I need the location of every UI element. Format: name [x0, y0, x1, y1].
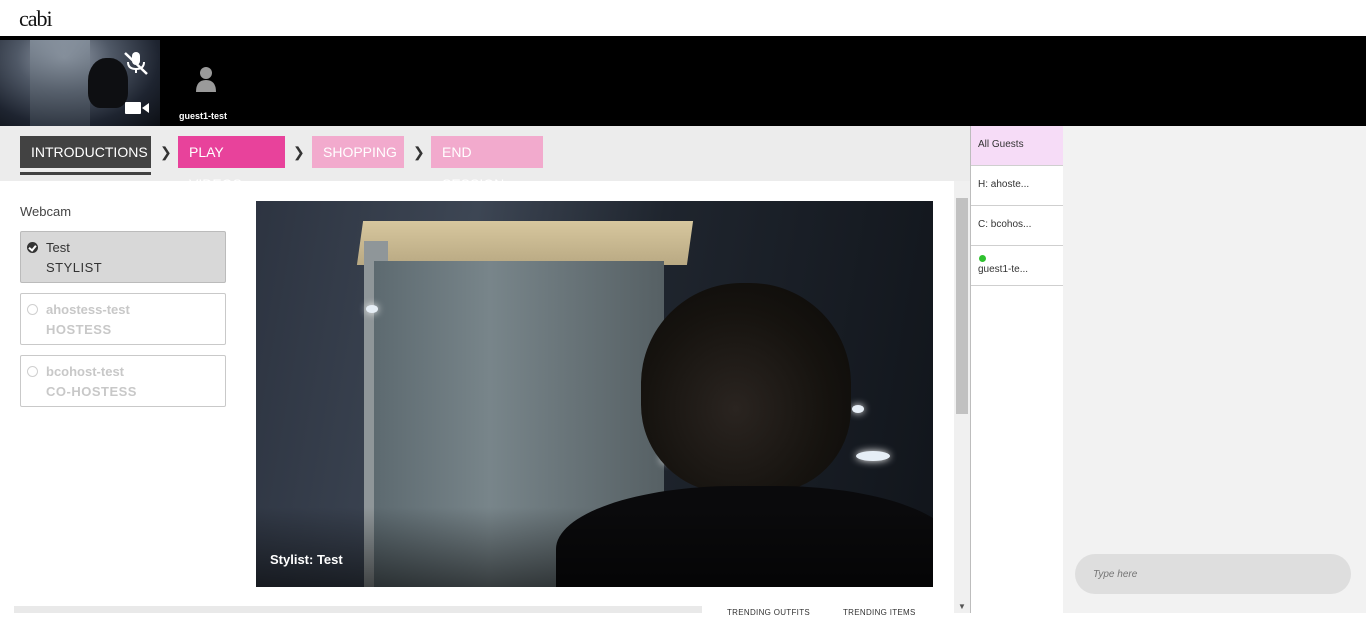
- participant-card-stylist[interactable]: Test STYLIST: [20, 231, 226, 283]
- cabi-logo[interactable]: cabi: [19, 6, 53, 32]
- user-avatar-icon: [196, 67, 216, 92]
- webcam-label: Webcam: [20, 204, 72, 219]
- check-circle-icon: [27, 242, 38, 253]
- radio-icon: [27, 304, 38, 315]
- guest-tile-name: guest1-test: [179, 111, 228, 121]
- scrollbar-thumb[interactable]: [956, 198, 968, 414]
- chat-panel: [1063, 126, 1366, 613]
- participant-name: ahostess-test: [46, 302, 130, 317]
- participant-name: bcohost-test: [46, 364, 124, 379]
- video-background: [30, 40, 90, 126]
- mic-muted-icon[interactable]: [122, 50, 150, 76]
- main-scrollbar[interactable]: ▼: [954, 181, 970, 613]
- participant-role: HOSTESS: [46, 322, 112, 337]
- chevron-right-icon: ❯: [413, 144, 425, 160]
- radio-icon: [27, 366, 38, 377]
- guest-item-guest1[interactable]: guest1-te...: [971, 246, 1064, 286]
- guest-list-panel: All Guests H: ahoste... C: bcohos... gue…: [970, 126, 1064, 613]
- chevron-right-icon: ❯: [160, 144, 172, 160]
- video-ceiling-lamp: [852, 405, 864, 413]
- video-caption-shade: [256, 507, 933, 587]
- guest-item-cohost[interactable]: C: bcohos...: [971, 206, 1064, 246]
- participant-name: Test: [46, 240, 70, 255]
- video-ceiling-light: [356, 221, 694, 265]
- guest-item-hostess[interactable]: H: ahoste...: [971, 166, 1064, 206]
- participant-card-cohostess[interactable]: bcohost-test CO-HOSTESS: [20, 355, 226, 407]
- video-ceiling-lamp: [856, 451, 890, 461]
- main-video-stage[interactable]: Stylist: Test: [256, 201, 933, 587]
- video-person-head: [641, 283, 851, 493]
- participant-role: STYLIST: [46, 260, 103, 275]
- chat-input[interactable]: [1075, 554, 1351, 594]
- step-introductions[interactable]: INTRODUCTIONS: [20, 136, 151, 175]
- participant-role: CO-HOSTESS: [46, 384, 137, 399]
- chevron-right-icon: ❯: [293, 144, 305, 160]
- bottom-panel-edge: [14, 606, 702, 613]
- step-shopping[interactable]: SHOPPING: [312, 136, 404, 168]
- video-strip: guest1-test: [0, 36, 1366, 126]
- session-steps-bar: INTRODUCTIONS ❯ PLAY VIDEOS ❯ SHOPPING ❯…: [0, 126, 970, 192]
- participant-card-hostess[interactable]: ahostess-test HOSTESS: [20, 293, 226, 345]
- step-play-videos[interactable]: PLAY VIDEOS: [178, 136, 285, 192]
- camera-icon[interactable]: [124, 98, 150, 118]
- main-content: Webcam Test STYLIST ahostess-test HOSTES…: [0, 181, 954, 613]
- online-status-icon: [979, 255, 986, 262]
- video-caption: Stylist: Test: [270, 552, 343, 567]
- guest-item-all[interactable]: All Guests: [971, 126, 1064, 166]
- self-video-tile[interactable]: [0, 40, 160, 126]
- video-ceiling-lamp: [366, 305, 378, 313]
- guest-item-label: guest1-te...: [978, 264, 1029, 275]
- step-end-session[interactable]: END SESSION: [431, 136, 543, 192]
- top-bar: cabi: [0, 0, 1366, 36]
- scroll-down-arrow-icon[interactable]: ▼: [958, 602, 966, 611]
